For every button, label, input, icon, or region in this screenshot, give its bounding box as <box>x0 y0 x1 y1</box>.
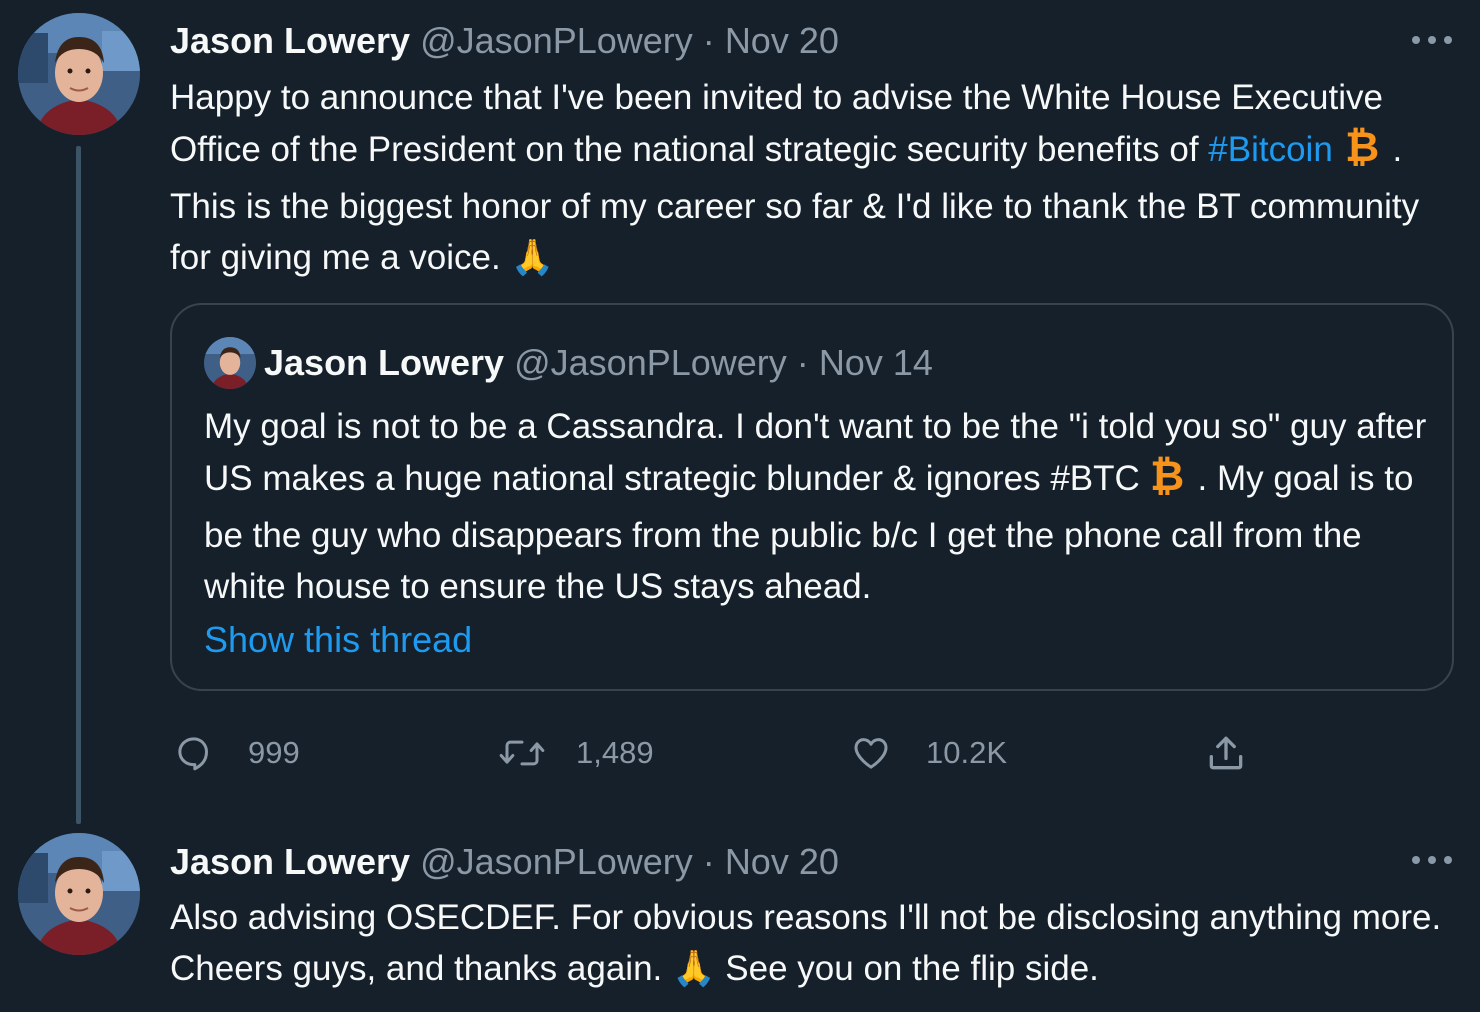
retweet-count: 1,489 <box>576 735 654 770</box>
tweet-date[interactable]: Nov 20 <box>725 20 839 61</box>
share-button[interactable] <box>1204 727 1248 779</box>
reply-count: 999 <box>248 735 300 770</box>
author-name[interactable]: Jason Lowery <box>170 841 410 882</box>
quoted-tweet-header: Jason Lowery @JasonPLowery · Nov 14 <box>264 343 933 383</box>
pray-emoji-icon: 🙏 <box>510 238 555 277</box>
bitcoin-icon: ₿ <box>1148 451 1188 510</box>
quoted-tweet-card[interactable]: Jason Lowery @JasonPLowery · Nov 14 My g… <box>170 303 1454 691</box>
retweet-icon <box>499 740 545 766</box>
hashtag-link[interactable]: #Bitcoin <box>1208 130 1333 169</box>
quoted-author-name: Jason Lowery <box>264 342 505 383</box>
quoted-avatar[interactable] <box>204 337 256 389</box>
tweet-header: Jason Lowery @JasonPLowery · Nov 20 <box>170 842 839 882</box>
author-name[interactable]: Jason Lowery <box>170 20 410 61</box>
avatar[interactable] <box>18 13 140 135</box>
tweet-date[interactable]: Nov 20 <box>725 841 839 882</box>
tweet-text: Also advising OSECDEF. For obvious reaso… <box>170 892 1460 994</box>
show-thread-link[interactable]: Show this thread <box>204 618 472 662</box>
tweet-text-part: See you on the flip side. <box>715 949 1099 988</box>
more-icon[interactable] <box>1412 853 1452 867</box>
pray-emoji-icon: 🙏 <box>671 949 716 988</box>
quoted-tweet-text: My goal is not to be a Cassandra. I don'… <box>204 401 1434 612</box>
heart-icon <box>854 738 888 769</box>
quoted-tweet-date: Nov 14 <box>818 342 933 383</box>
quoted-hashtag: #BTC <box>1050 459 1140 498</box>
tweet-actions: 999 1,489 10.2K <box>170 727 1280 779</box>
svg-text:₿: ₿ <box>1345 123 1379 167</box>
tweet-text-part: Happy to announce that I've been invited… <box>170 78 1383 169</box>
thread-connector-line <box>76 146 81 824</box>
author-handle[interactable]: @JasonPLowery <box>420 20 693 61</box>
svg-text:₿: ₿ <box>1150 452 1184 496</box>
tweet-text: Happy to announce that I've been invited… <box>170 72 1460 283</box>
like-count: 10.2K <box>926 735 1008 770</box>
author-handle[interactable]: @JasonPLowery <box>420 841 693 882</box>
tweet-header: Jason Lowery @JasonPLowery · Nov 20 <box>170 21 839 61</box>
quoted-author-handle: @JasonPLowery <box>514 342 787 383</box>
separator-dot: · <box>796 342 809 383</box>
like-button[interactable]: 10.2K <box>850 727 1007 779</box>
reply-icon <box>178 737 208 771</box>
share-icon <box>1209 736 1243 770</box>
separator-dot: · <box>702 841 715 882</box>
more-icon[interactable] <box>1412 33 1452 47</box>
retweet-button[interactable]: 1,489 <box>498 727 654 779</box>
avatar[interactable] <box>18 833 140 955</box>
separator-dot: · <box>702 20 715 61</box>
reply-button[interactable]: 999 <box>174 727 300 779</box>
timeline: Jason Lowery @JasonPLowery · Nov 20 Happ… <box>0 0 1480 1012</box>
bitcoin-icon: ₿ <box>1343 122 1383 181</box>
